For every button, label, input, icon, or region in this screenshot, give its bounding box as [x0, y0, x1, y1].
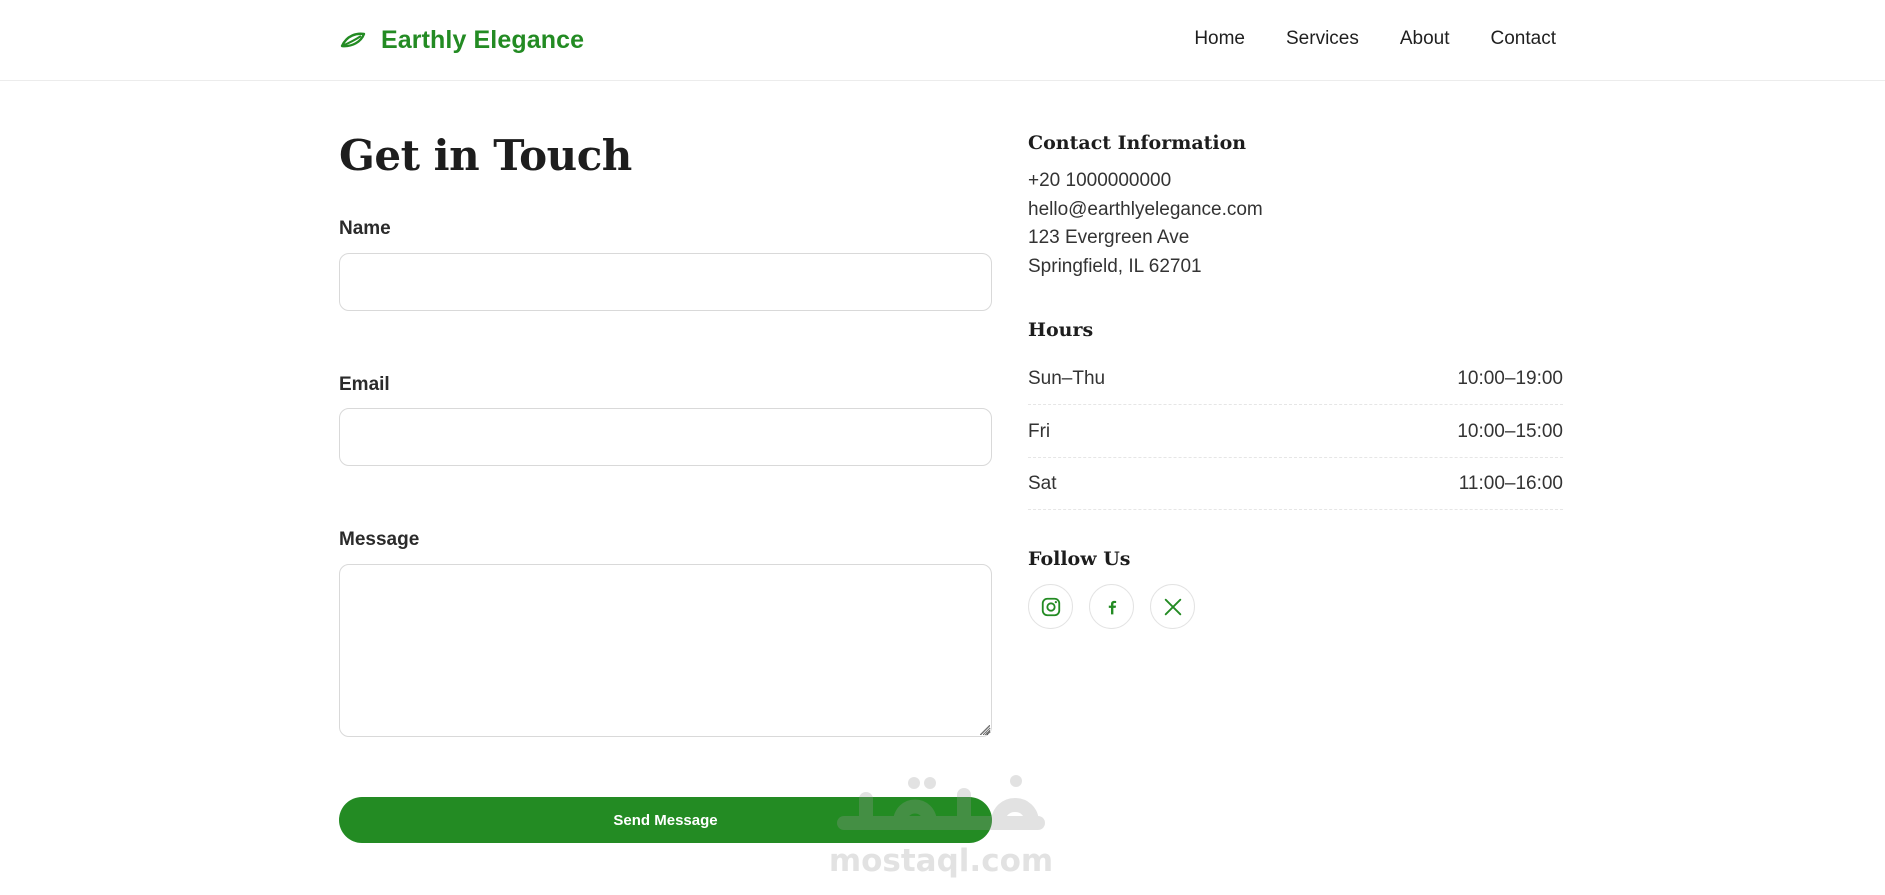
- name-label: Name: [339, 218, 391, 239]
- page-title: Get in Touch: [339, 131, 632, 180]
- facebook-icon: [1108, 600, 1116, 614]
- hours-time: 10:00–19:00: [1457, 367, 1563, 389]
- contact-address-line1: 123 Evergreen Ave: [1028, 227, 1190, 248]
- textarea-resize-handle[interactable]: [980, 725, 990, 735]
- watermark-text: mostaql.com: [828, 843, 1054, 879]
- contact-email: hello@earthlyelegance.com: [1028, 199, 1263, 220]
- hours-row: Sat 11:00–16:00: [1028, 458, 1563, 510]
- hours-day: Sat: [1028, 472, 1057, 494]
- leaf-icon: [339, 29, 367, 51]
- nav-about[interactable]: About: [1400, 26, 1450, 52]
- hours-row: Fri 10:00–15:00: [1028, 406, 1563, 458]
- contact-info-heading: Contact Information: [1028, 132, 1247, 154]
- nav-services[interactable]: Services: [1286, 26, 1359, 52]
- contact-phone: +20 1000000000: [1028, 170, 1172, 191]
- brand-name: Earthly Elegance: [381, 25, 585, 54]
- hours-day: Sun–Thu: [1028, 367, 1106, 389]
- nav-contact[interactable]: Contact: [1491, 26, 1556, 52]
- social-links: [1028, 584, 1195, 629]
- x-link[interactable]: [1150, 584, 1195, 629]
- site-header: Earthly Elegance Home Services About Con…: [0, 0, 1885, 81]
- hours-heading: Hours: [1028, 319, 1094, 341]
- contact-form-section: Get in Touch Name Email Message Send Mes…: [339, 126, 992, 843]
- follow-us-heading: Follow Us: [1028, 548, 1131, 570]
- hours-row: Sun–Thu 10:00–19:00: [1028, 353, 1563, 405]
- x-icon: [1164, 598, 1181, 615]
- hours-time: 10:00–15:00: [1457, 420, 1563, 442]
- hours-time: 11:00–16:00: [1458, 472, 1563, 494]
- send-message-button[interactable]: Send Message: [339, 797, 992, 843]
- instagram-icon: [1041, 597, 1060, 616]
- email-label: Email: [339, 374, 390, 395]
- email-input[interactable]: [339, 408, 992, 466]
- name-input[interactable]: [339, 253, 992, 311]
- message-label: Message: [339, 529, 420, 550]
- hours-day: Fri: [1028, 420, 1051, 442]
- message-textarea[interactable]: [339, 564, 992, 737]
- instagram-link[interactable]: [1028, 584, 1073, 629]
- facebook-link[interactable]: [1089, 584, 1134, 629]
- brand-logo-link[interactable]: Earthly Elegance: [339, 22, 584, 58]
- contact-address-line2: Springfield, IL 62701: [1028, 256, 1202, 277]
- main-nav: Home Services About Contact: [1194, 26, 1556, 52]
- nav-home[interactable]: Home: [1194, 26, 1245, 52]
